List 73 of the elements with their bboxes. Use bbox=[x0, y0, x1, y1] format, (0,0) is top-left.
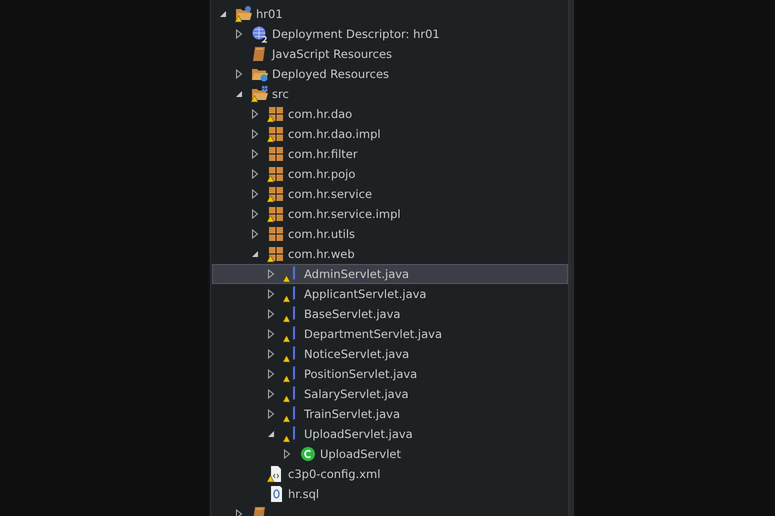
item-label: BaseServlet.java bbox=[304, 307, 400, 321]
item-label: Deployed Resources bbox=[272, 67, 390, 81]
item-label: com.hr.dao.impl bbox=[288, 127, 381, 141]
tree-item[interactable]: com.hr.utils bbox=[212, 224, 568, 244]
item-label: PositionServlet.java bbox=[304, 367, 418, 381]
item-label: com.hr.service bbox=[288, 187, 372, 201]
item-label: AdminServlet.java bbox=[304, 267, 410, 281]
collapsed-arrow-icon[interactable] bbox=[251, 149, 259, 159]
collapsed-arrow-icon[interactable] bbox=[267, 329, 275, 339]
collapsed-arrow-icon[interactable] bbox=[267, 289, 275, 299]
item-label: com.hr.dao bbox=[288, 107, 352, 121]
item-label: NoticeServlet.java bbox=[304, 347, 410, 361]
tree-item[interactable]: AdminServlet.java bbox=[212, 264, 568, 284]
item-label: com.hr.filter bbox=[288, 147, 358, 161]
tree-item[interactable]: JavaScript Resources bbox=[212, 44, 568, 64]
collapsed-arrow-icon[interactable] bbox=[267, 349, 275, 359]
expanded-arrow-icon[interactable] bbox=[219, 10, 227, 18]
tree-item[interactable]: com.hr.pojo bbox=[212, 164, 568, 184]
collapsed-arrow-icon[interactable] bbox=[235, 29, 243, 39]
collapsed-arrow-icon[interactable] bbox=[251, 209, 259, 219]
collapsed-arrow-icon[interactable] bbox=[283, 449, 291, 459]
item-label: com.hr.web bbox=[288, 247, 355, 261]
tree-item[interactable]: NoticeServlet.java bbox=[212, 344, 568, 364]
tree-item[interactable]: com.hr.filter bbox=[212, 144, 568, 164]
tree-item[interactable]: com.hr.service.impl bbox=[212, 204, 568, 224]
tree-item[interactable]: com.hr.dao bbox=[212, 104, 568, 124]
tree-item[interactable]: Deployment Descriptor: hr01 bbox=[212, 24, 568, 44]
collapsed-arrow-icon[interactable] bbox=[267, 369, 275, 379]
collapsed-arrow-icon[interactable] bbox=[251, 129, 259, 139]
collapsed-arrow-icon[interactable] bbox=[267, 389, 275, 399]
tree-item[interactable]: UploadServlet.java bbox=[212, 424, 568, 444]
collapsed-arrow-icon[interactable] bbox=[267, 309, 275, 319]
tree-item[interactable]: c3p0-config.xml bbox=[212, 464, 568, 484]
tree-item[interactable]: UploadServlet bbox=[212, 444, 568, 464]
tree-item[interactable]: hr.sql bbox=[212, 484, 568, 504]
collapsed-arrow-icon[interactable] bbox=[251, 229, 259, 239]
tree-item[interactable]: ApplicantServlet.java bbox=[212, 284, 568, 304]
collapsed-arrow-icon[interactable] bbox=[251, 109, 259, 119]
item-label: com.hr.service.impl bbox=[288, 207, 401, 221]
collapsed-arrow-icon[interactable] bbox=[251, 189, 259, 199]
expanded-arrow-icon[interactable] bbox=[267, 430, 275, 438]
tree-item[interactable]: DepartmentServlet.java bbox=[212, 324, 568, 344]
item-label: TrainServlet.java bbox=[304, 407, 400, 421]
tree-item[interactable]: hr01 bbox=[212, 4, 568, 24]
item-label: UploadServlet.java bbox=[304, 427, 413, 441]
tree-item[interactable]: TrainServlet.java bbox=[212, 404, 568, 424]
item-label: DepartmentServlet.java bbox=[304, 327, 442, 341]
item-label: JavaScript Resources bbox=[272, 47, 392, 61]
expanded-arrow-icon[interactable] bbox=[235, 90, 243, 98]
tree-item[interactable]: BaseServlet.java bbox=[212, 304, 568, 324]
tree-item[interactable]: Deployed Resources bbox=[212, 64, 568, 84]
expanded-arrow-icon[interactable] bbox=[251, 250, 259, 258]
collapsed-arrow-icon[interactable] bbox=[251, 169, 259, 179]
collapsed-arrow-icon[interactable] bbox=[235, 509, 243, 516]
item-label: hr.sql bbox=[288, 487, 320, 501]
item-label: SalaryServlet.java bbox=[304, 387, 409, 401]
collapsed-arrow-icon[interactable] bbox=[235, 69, 243, 79]
tree-item[interactable]: com.hr.web bbox=[212, 244, 568, 264]
tree-item[interactable]: com.hr.dao.impl bbox=[212, 124, 568, 144]
item-label: com.hr.pojo bbox=[288, 167, 356, 181]
tree-item[interactable]: SalaryServlet.java bbox=[212, 384, 568, 404]
tree-item[interactable]: com.hr.service bbox=[212, 184, 568, 204]
tree-item[interactable]: src bbox=[212, 84, 568, 104]
item-label: ApplicantServlet.java bbox=[304, 287, 426, 301]
tree-item[interactable]: PositionServlet.java bbox=[212, 364, 568, 384]
item-label: Deployment Descriptor: hr01 bbox=[272, 27, 440, 41]
item-label: c3p0-config.xml bbox=[288, 467, 380, 481]
collapsed-arrow-icon[interactable] bbox=[267, 409, 275, 419]
collapsed-arrow-icon[interactable] bbox=[267, 269, 275, 279]
item-label: src bbox=[272, 87, 289, 101]
item-label: UploadServlet bbox=[320, 447, 401, 461]
item-label: com.hr.utils bbox=[288, 227, 356, 241]
item-label: hr01 bbox=[256, 7, 283, 21]
